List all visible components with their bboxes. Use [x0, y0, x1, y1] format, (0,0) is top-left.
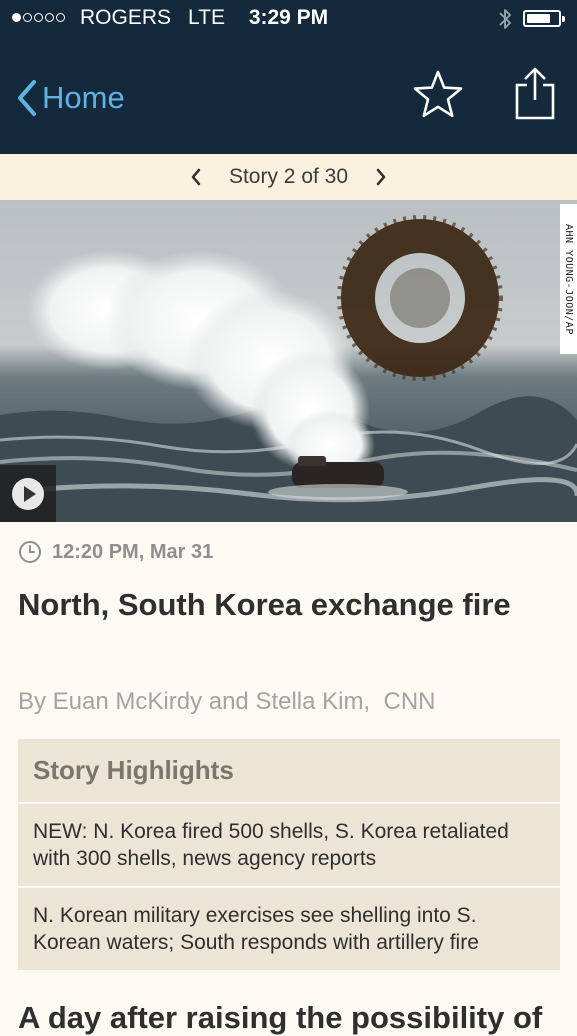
story-image[interactable]: AHN YOUNG-JOON/AP — [0, 200, 577, 522]
navigation-bar: Home — [0, 38, 577, 154]
highlight-item: N. Korean military exercises see shellin… — [33, 904, 479, 954]
timestamp-text: 12:20 PM, Mar 31 — [52, 540, 214, 563]
photo-credit-text: AHN YOUNG-JOON/AP — [563, 223, 574, 335]
bluetooth-icon — [499, 9, 511, 29]
back-button-label: Home — [42, 80, 125, 115]
photo-credit: AHN YOUNG-JOON/AP — [560, 204, 577, 354]
next-story-button[interactable] — [366, 162, 396, 192]
article-timestamp: 12:20 PM, Mar 31 — [18, 540, 213, 564]
story-pager: Story 2 of 30 — [0, 154, 577, 200]
article-body: A day after raising the possibility of — [18, 1000, 543, 1035]
highlight-item: NEW: N. Korea fired 500 shells, S. Korea… — [18, 804, 560, 888]
play-video-button[interactable] — [0, 465, 56, 522]
clock-icon — [19, 541, 41, 563]
article-byline: By Euan McKirdy and Stella Kim, CNN — [18, 688, 436, 715]
story-highlights: Story Highlights NEW: N. Korea fired 500… — [18, 739, 560, 970]
status-time: 3:29 PM — [248, 6, 329, 29]
highlights-title: Story Highlights — [18, 739, 560, 804]
explosion-photo — [0, 200, 577, 522]
battery-icon — [523, 10, 565, 27]
share-icon[interactable] — [512, 66, 558, 122]
previous-story-button[interactable] — [181, 162, 211, 192]
story-counter: Story 2 of 30 — [228, 165, 349, 188]
chevron-right-icon — [376, 168, 386, 186]
star-outline-icon[interactable] — [412, 69, 464, 121]
article-headline: North, South Korea exchange fire — [18, 587, 511, 622]
chevron-left-icon — [18, 80, 36, 116]
chevron-left-icon — [191, 168, 201, 186]
play-icon — [12, 477, 44, 510]
status-bar: ROGERS LTE 3:29 PM — [0, 0, 577, 38]
back-button[interactable]: Home — [16, 78, 125, 118]
